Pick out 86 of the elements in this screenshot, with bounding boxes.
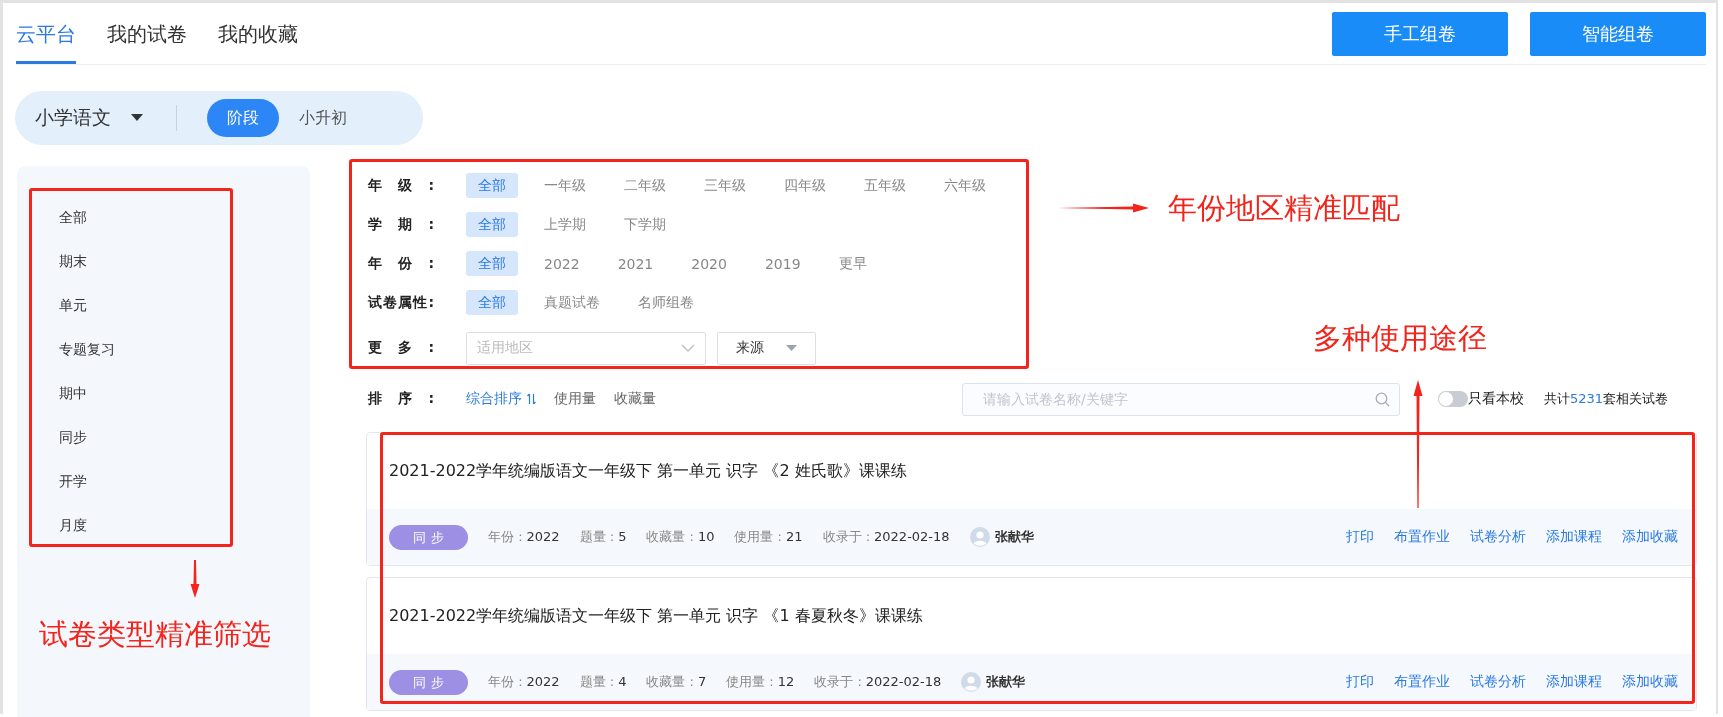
result-count: 共计5231套相关试卷 bbox=[1544, 390, 1669, 408]
meta-text: 题量 : 4 bbox=[579, 673, 627, 691]
compose-button[interactable]: 智能组卷 bbox=[1530, 11, 1706, 56]
filter-option[interactable]: 全部 bbox=[466, 212, 518, 237]
filter-option[interactable]: 下学期 bbox=[612, 212, 678, 237]
sort-label: 排序: bbox=[368, 390, 434, 408]
filter-option[interactable]: 五年级 bbox=[852, 173, 918, 198]
filter-label: 学期: bbox=[368, 215, 434, 234]
annotation-text: 试卷类型精准筛选 bbox=[39, 616, 271, 653]
stage-tab[interactable]: 阶段 bbox=[207, 99, 279, 137]
sidebar-item[interactable]: 单元 bbox=[17, 283, 310, 327]
filter-label: 更多: bbox=[368, 339, 434, 357]
subject-dropdown[interactable]: 小学语文 bbox=[35, 105, 143, 131]
sidebar-item[interactable]: 期中 bbox=[17, 371, 310, 415]
source-select[interactable]: 来源 bbox=[717, 331, 816, 365]
filter-option[interactable]: 二年级 bbox=[612, 173, 678, 198]
sidebar-item[interactable]: 专题复习 bbox=[17, 327, 310, 371]
meta-text: 年份 : 2022 bbox=[488, 673, 560, 691]
filter-label: 年份: bbox=[368, 254, 434, 273]
filter-label: 试卷属性: bbox=[368, 293, 434, 312]
filter-option[interactable]: 名师组卷 bbox=[626, 290, 706, 315]
action-link[interactable]: 添加收藏 bbox=[1622, 528, 1678, 546]
stage-tab[interactable]: 小升初 bbox=[279, 99, 367, 137]
chevron-down-icon bbox=[681, 344, 695, 352]
caret-icon bbox=[786, 344, 797, 352]
filter-option[interactable]: 全部 bbox=[466, 173, 518, 198]
sidebar-item[interactable]: 同步 bbox=[17, 415, 310, 459]
filter-option[interactable]: 2021 bbox=[605, 251, 666, 276]
sort-option[interactable]: 收藏量 bbox=[614, 390, 656, 408]
tab[interactable]: 云平台 bbox=[16, 3, 76, 64]
filter-option[interactable]: 2020 bbox=[679, 251, 739, 276]
filter-option[interactable]: 更早 bbox=[826, 251, 879, 276]
filter-option[interactable]: 上学期 bbox=[532, 212, 598, 237]
action-link[interactable]: 添加课程 bbox=[1546, 528, 1602, 546]
arrow-down-drawing bbox=[189, 560, 201, 598]
tab[interactable]: 我的收藏 bbox=[218, 3, 298, 64]
filter-option[interactable]: 一年级 bbox=[532, 173, 598, 198]
type-tag: 同 步 bbox=[389, 669, 468, 695]
toggle-switch[interactable] bbox=[1438, 391, 1468, 407]
filter-option[interactable]: 全部 bbox=[466, 290, 518, 315]
type-tag: 同 步 bbox=[389, 524, 468, 550]
action-link[interactable]: 布置作业 bbox=[1394, 528, 1450, 546]
meta-text: 使用量 : 12 bbox=[726, 673, 795, 691]
search-icon bbox=[1375, 391, 1390, 407]
annotation-text: 年份地区精准匹配 bbox=[1168, 190, 1400, 227]
sort-option[interactable]: 使用量 bbox=[554, 390, 596, 408]
action-link[interactable]: 布置作业 bbox=[1394, 673, 1450, 691]
paper-title[interactable]: 2021-2022学年统编版语文一年级下 第一单元 识字 《2 姓氏歌》课课练 bbox=[389, 460, 907, 482]
action-link[interactable]: 添加课程 bbox=[1546, 673, 1602, 691]
sort-arrows-icon bbox=[527, 393, 536, 405]
filter-option[interactable]: 2022 bbox=[532, 251, 592, 276]
filter-option[interactable]: 三年级 bbox=[692, 173, 758, 198]
meta-text: 使用量 : 21 bbox=[734, 528, 803, 546]
filter-option[interactable]: 2019 bbox=[752, 251, 813, 276]
author-name: 张献华 bbox=[986, 673, 1026, 691]
action-link[interactable]: 试卷分析 bbox=[1470, 673, 1526, 691]
filter-option[interactable]: 全部 bbox=[466, 251, 518, 276]
filter-option[interactable]: 六年级 bbox=[932, 173, 998, 198]
caret-icon bbox=[131, 114, 143, 122]
action-link[interactable]: 打印 bbox=[1346, 673, 1374, 691]
avatar-icon bbox=[961, 672, 982, 692]
compose-button[interactable]: 手工组卷 bbox=[1332, 11, 1508, 56]
meta-text: 年份 : 2022 bbox=[488, 528, 560, 546]
meta-text: 收录于 : 2022-02-18 bbox=[814, 673, 942, 691]
sidebar-item[interactable]: 开学 bbox=[17, 459, 310, 503]
paper-title[interactable]: 2021-2022学年统编版语文一年级下 第一单元 识字 《1 春夏秋冬》课课练 bbox=[389, 605, 923, 627]
action-link[interactable]: 打印 bbox=[1346, 528, 1374, 546]
search-field[interactable]: 请输入试卷名称/关键字 bbox=[962, 382, 1400, 416]
action-link[interactable]: 添加收藏 bbox=[1622, 673, 1678, 691]
sidebar-item[interactable]: 期末 bbox=[17, 239, 310, 283]
meta-text: 题量 : 5 bbox=[579, 528, 627, 546]
meta-text: 收藏量 : 7 bbox=[646, 673, 707, 691]
filter-label: 年级: bbox=[368, 176, 434, 195]
avatar-icon bbox=[969, 527, 990, 547]
meta-text: 收藏量 : 10 bbox=[646, 528, 715, 546]
action-link[interactable]: 试卷分析 bbox=[1470, 528, 1526, 546]
sort-option[interactable]: 综合排序 bbox=[466, 390, 536, 408]
tab[interactable]: 我的试卷 bbox=[107, 3, 187, 64]
filter-option[interactable]: 四年级 bbox=[772, 173, 838, 198]
annotation-text: 多种使用途径 bbox=[1313, 320, 1487, 357]
author-name: 张献华 bbox=[994, 528, 1034, 546]
sidebar-item[interactable]: 全部 bbox=[17, 195, 310, 239]
sidebar-item[interactable]: 月度 bbox=[17, 503, 310, 547]
filter-option[interactable]: 真题试卷 bbox=[532, 290, 612, 315]
toggle-label: 只看本校 bbox=[1468, 390, 1524, 408]
meta-text: 收录于 : 2022-02-18 bbox=[822, 528, 950, 546]
